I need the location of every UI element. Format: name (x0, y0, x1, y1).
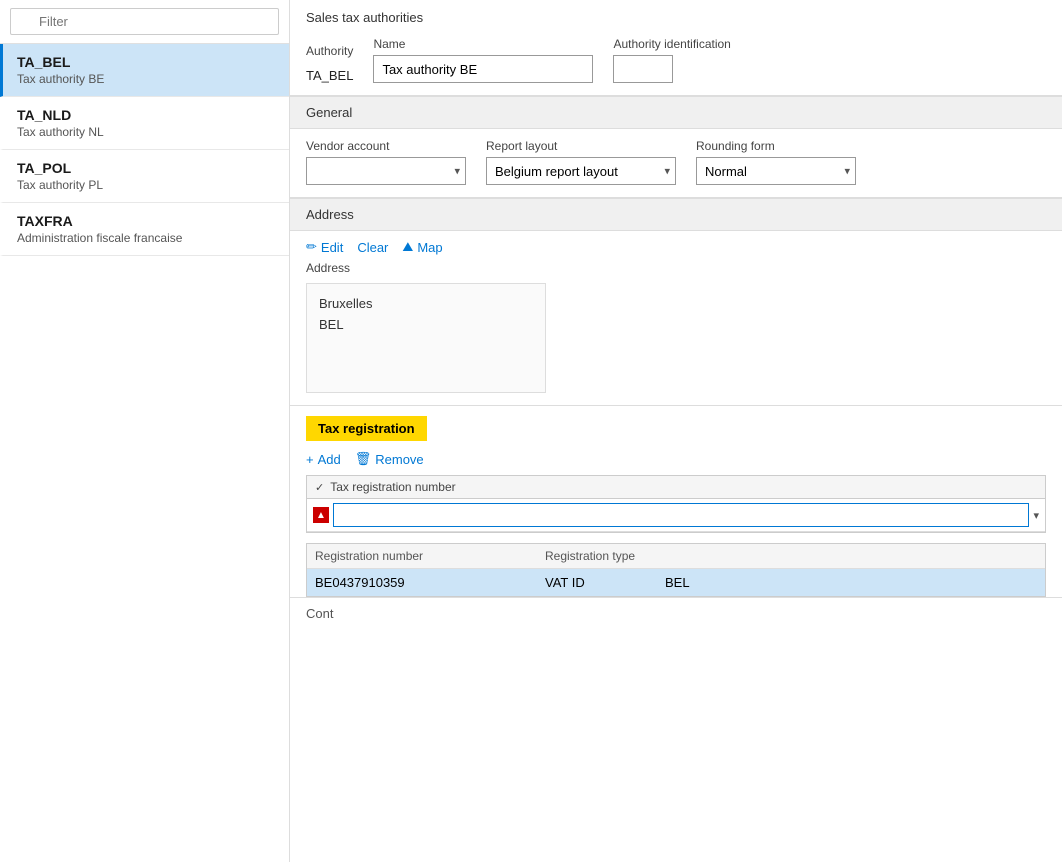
remove-label: Remove (375, 452, 423, 467)
auth-id-field: Authority identification (613, 37, 730, 83)
sidebar-item-title: TA_BEL (17, 54, 275, 70)
tax-reg-table: ✓ Tax registration number ▲ ▾ (306, 475, 1046, 533)
warning-symbol: ▲ (316, 510, 326, 521)
country-cell: BEL (665, 575, 1037, 590)
vendor-account-select-wrapper: ▾ (306, 157, 466, 185)
vendor-account-label: Vendor account (306, 139, 466, 153)
col-reg-type-header: Registration type (545, 549, 665, 563)
address-field-label: Address (290, 261, 1062, 279)
sidebar-item-subtitle: Administration fiscale francaise (17, 231, 275, 245)
authority-value: TA_BEL (306, 62, 353, 83)
auth-id-label: Authority identification (613, 37, 730, 51)
edit-label: Edit (321, 240, 343, 255)
add-button[interactable]: + Add (306, 452, 341, 467)
report-layout-select[interactable]: Belgium report layout Standard Other (486, 157, 676, 185)
tax-reg-col-header: ✓ Tax registration number (307, 476, 1045, 499)
address-line1: Bruxelles (319, 294, 533, 315)
tax-registration-section: Tax registration + Add 🗑 Remove ✓ Tax re… (290, 405, 1062, 597)
page-section-title: Sales tax authorities (290, 0, 1062, 31)
check-icon: ✓ (315, 481, 324, 494)
authority-row: Authority TA_BEL Name Authority identifi… (290, 31, 1062, 95)
sidebar-list: TA_BEL Tax authority BE TA_NLD Tax autho… (0, 44, 289, 862)
main-content: Sales tax authorities Authority TA_BEL N… (290, 0, 1062, 862)
edit-icon: ✏ (306, 239, 317, 255)
filter-input[interactable] (10, 8, 279, 35)
name-field: Name (373, 37, 593, 83)
sidebar-item-subtitle: Tax authority NL (17, 125, 275, 139)
sidebar-item-title: TA_POL (17, 160, 275, 176)
reg-type-cell: VAT ID (545, 575, 665, 590)
map-icon: ⛰ (402, 239, 413, 255)
general-header: General (290, 96, 1062, 129)
general-section: General Vendor account ▾ Report layout B… (290, 95, 1062, 197)
name-input[interactable] (373, 55, 593, 83)
address-actions: ✏ Edit Clear ⛰ Map (290, 231, 1062, 261)
col-tax-reg-number: Tax registration number (330, 480, 455, 494)
clear-label: Clear (357, 240, 388, 255)
report-layout-select-wrapper: Belgium report layout Standard Other ▾ (486, 157, 676, 185)
vendor-account-select[interactable] (306, 157, 466, 185)
warning-icon: ▲ (313, 507, 329, 523)
sidebar-item-subtitle: Tax authority BE (17, 72, 275, 86)
filter-box: ⌕ (0, 0, 289, 44)
sidebar: ⌕ TA_BEL Tax authority BE TA_NLD Tax aut… (0, 0, 290, 862)
chevron-down-icon[interactable]: ▾ (1033, 509, 1039, 522)
tax-registration-header: Tax registration (306, 416, 427, 441)
auth-id-input[interactable] (613, 55, 673, 83)
name-label: Name (373, 37, 593, 51)
sidebar-item-taxfra[interactable]: TAXFRA Administration fiscale francaise (0, 203, 289, 256)
sidebar-item-subtitle: Tax authority PL (17, 178, 275, 192)
rounding-form-select-wrapper: Normal Own Smallest coin ▾ (696, 157, 856, 185)
tax-reg-number-input[interactable] (333, 503, 1029, 527)
sidebar-item-ta-pol[interactable]: TA_POL Tax authority PL (0, 150, 289, 203)
tax-reg-input-row: ▲ ▾ (307, 499, 1045, 532)
general-fields: Vendor account ▾ Report layout Belgium r… (290, 129, 1062, 197)
report-layout-label: Report layout (486, 139, 676, 153)
address-section: Address ✏ Edit Clear ⛰ Map Address Bruxe… (290, 197, 1062, 393)
authority-label: Authority (306, 44, 353, 58)
address-box: Bruxelles BEL (306, 283, 546, 393)
col-reg-number-header: Registration number (315, 549, 545, 563)
map-label: Map (417, 240, 442, 255)
address-header: Address (290, 198, 1062, 231)
filter-wrapper: ⌕ (10, 8, 279, 35)
dropdown-results-header: Registration number Registration type (307, 544, 1045, 569)
reg-number-cell: BE0437910359 (315, 575, 545, 590)
sidebar-item-title: TA_NLD (17, 107, 275, 123)
clear-button[interactable]: Clear (357, 240, 388, 255)
trash-icon: 🗑 (355, 451, 372, 467)
vendor-account-field: Vendor account ▾ (306, 139, 466, 185)
authority-field: Authority TA_BEL (306, 44, 353, 83)
cont-section: Cont (290, 597, 1062, 629)
plus-icon: + (306, 452, 314, 467)
rounding-form-select[interactable]: Normal Own Smallest coin (696, 157, 856, 185)
sidebar-item-title: TAXFRA (17, 213, 275, 229)
sidebar-item-ta-bel[interactable]: TA_BEL Tax authority BE (0, 44, 289, 97)
map-button[interactable]: ⛰ Map (402, 239, 442, 255)
edit-button[interactable]: ✏ Edit (306, 239, 343, 255)
cont-label: Cont (306, 606, 333, 621)
dropdown-results: Registration number Registration type BE… (306, 543, 1046, 597)
address-line2: BEL (319, 315, 533, 336)
rounding-form-field: Rounding form Normal Own Smallest coin ▾ (696, 139, 856, 185)
tax-registration-actions: + Add 🗑 Remove (290, 449, 1062, 475)
remove-button[interactable]: 🗑 Remove (355, 451, 424, 467)
sidebar-item-ta-nld[interactable]: TA_NLD Tax authority NL (0, 97, 289, 150)
rounding-form-label: Rounding form (696, 139, 856, 153)
dropdown-result-row[interactable]: BE0437910359 VAT ID BEL (307, 569, 1045, 596)
report-layout-field: Report layout Belgium report layout Stan… (486, 139, 676, 185)
col-country-header (665, 549, 1037, 563)
add-label: Add (318, 452, 341, 467)
